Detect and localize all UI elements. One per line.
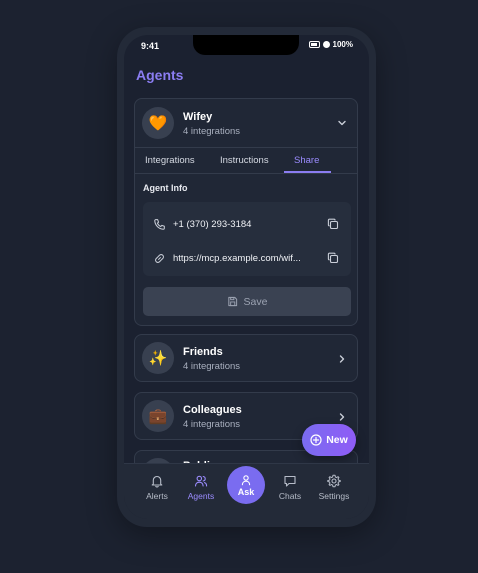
nav-settings-label: Settings	[318, 491, 350, 501]
tab-instructions[interactable]: Instructions	[220, 155, 269, 166]
nav-alerts[interactable]: Alerts	[137, 474, 177, 501]
agent-avatar: ✨	[142, 342, 174, 374]
battery-percent: 100%	[332, 40, 353, 49]
agent-url: https://mcp.example.com/wif...	[173, 253, 301, 264]
status-bar: 9:41 100%	[124, 35, 369, 59]
agent-info-box: +1 (370) 293-3184 https://mcp.example.co…	[143, 202, 351, 276]
briefcase-icon: 💼	[148, 408, 168, 425]
agent-name: Wifey	[183, 111, 213, 123]
agent-name: Friends	[183, 346, 223, 358]
agent-integrations-count: 4 integrations	[183, 126, 241, 137]
link-icon	[155, 254, 164, 263]
user-icon	[241, 474, 251, 485]
url-row: https://mcp.example.com/wif...	[143, 249, 351, 269]
chevron-down-icon[interactable]	[336, 117, 348, 129]
signal-icon	[322, 41, 330, 48]
new-agent-button[interactable]: New	[302, 424, 356, 456]
notch	[193, 35, 299, 55]
nav-chats-label: Chats	[278, 491, 302, 501]
active-tab-indicator	[284, 171, 331, 173]
users-icon	[194, 475, 208, 487]
agent-card-friends[interactable]: ✨ Friends 4 integrations	[134, 334, 358, 382]
save-icon	[227, 296, 237, 307]
phone-icon	[154, 219, 165, 230]
copy-icon[interactable]	[327, 218, 339, 230]
agent-name: Colleagues	[183, 404, 242, 416]
nav-ask-button[interactable]: Ask	[227, 466, 265, 504]
orange-heart-icon: 🧡	[148, 115, 168, 132]
save-button[interactable]: Save	[143, 287, 351, 316]
sparkles-icon: ✨	[148, 350, 168, 367]
tab-integrations[interactable]: Integrations	[145, 155, 195, 166]
chevron-right-icon	[339, 355, 345, 363]
nav-settings[interactable]: Settings	[314, 474, 354, 501]
phone-number: +1 (370) 293-3184	[173, 219, 252, 230]
agent-tabs: Integrations Instructions Share	[135, 147, 357, 174]
chat-bubble-icon	[284, 475, 296, 487]
agent-integrations-count: 4 integrations	[183, 361, 241, 372]
copy-icon[interactable]	[327, 252, 339, 264]
nav-alerts-label: Alerts	[146, 491, 168, 501]
agent-integrations-count: 4 integrations	[183, 419, 241, 430]
page-title: Agents	[136, 67, 184, 83]
bell-icon	[151, 475, 163, 488]
agent-avatar: 💼	[142, 400, 174, 432]
nav-agents[interactable]: Agents	[181, 474, 221, 501]
screen: 9:41 100% Agents 🧡 Wifey 4 integrations …	[124, 35, 369, 519]
phone-frame: 9:41 100% Agents 🧡 Wifey 4 integrations …	[117, 27, 376, 527]
status-indicators: 100%	[308, 40, 353, 49]
battery-icon	[308, 41, 320, 48]
plus-circle-icon	[310, 434, 322, 446]
gear-icon	[327, 474, 341, 488]
phone-row: +1 (370) 293-3184	[143, 215, 351, 235]
nav-chats[interactable]: Chats	[270, 474, 310, 501]
status-time: 9:41	[141, 41, 160, 51]
agent-avatar: 🧡	[142, 107, 174, 139]
nav-ask-label: Ask	[237, 486, 255, 497]
new-agent-label: New	[326, 434, 348, 446]
agent-card-wifey: 🧡 Wifey 4 integrations Integrations Inst…	[134, 98, 358, 326]
bottom-nav: Alerts Agents Ask Chats Settings	[124, 463, 369, 519]
tab-share[interactable]: Share	[294, 155, 319, 166]
agent-info-label: Agent Info	[143, 183, 188, 193]
save-button-label: Save	[243, 295, 268, 308]
chevron-right-icon	[339, 413, 345, 421]
nav-agents-label: Agents	[187, 491, 215, 501]
